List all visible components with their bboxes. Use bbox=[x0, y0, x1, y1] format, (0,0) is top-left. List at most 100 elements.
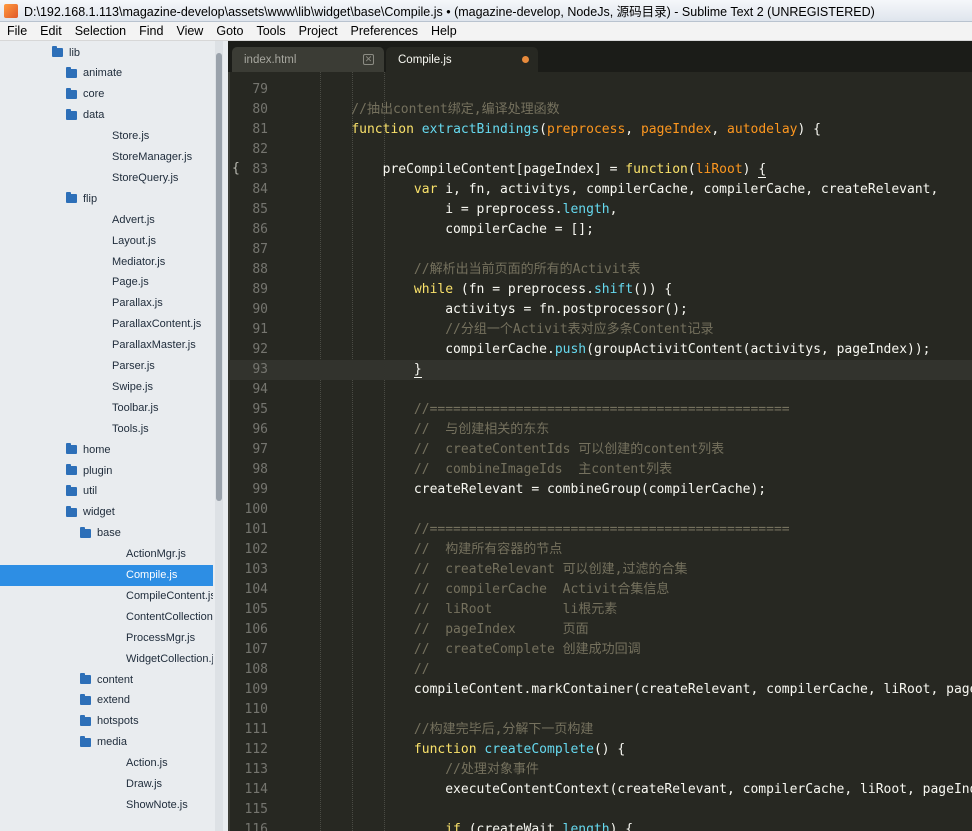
sidebar-folder-media[interactable]: media bbox=[0, 732, 213, 753]
sidebar-file-storemanager-js[interactable]: StoreManager.js bbox=[0, 147, 213, 168]
menu-edit[interactable]: Edit bbox=[33, 24, 68, 38]
sidebar-folder-data[interactable]: data bbox=[0, 105, 213, 126]
sidebar-file-advert-js[interactable]: Advert.js bbox=[0, 209, 213, 230]
sidebar-folder-plugin[interactable]: plugin bbox=[0, 460, 213, 481]
code-line[interactable]: 82 bbox=[228, 140, 972, 160]
tab-compile-js[interactable]: Compile.js bbox=[386, 47, 538, 72]
code-line[interactable]: 109 compileContent.markContainer(createR… bbox=[228, 680, 972, 700]
sidebar-file-storequery-js[interactable]: StoreQuery.js bbox=[0, 167, 213, 188]
code-token: (groupActivitContent(activitys, pageInde… bbox=[586, 342, 931, 357]
menu-preferences[interactable]: Preferences bbox=[344, 24, 424, 38]
code-line[interactable]: 89 while (fn = preprocess.shift()) { bbox=[228, 280, 972, 300]
code-line[interactable]: 113 //处理对象事件 bbox=[228, 760, 972, 780]
code-line[interactable]: 116 if (createWait.length) { bbox=[228, 820, 972, 831]
code-editor[interactable]: 79 80 //抽出content绑定,编译处理函数 81 function ext… bbox=[228, 72, 972, 831]
code-line[interactable]: 112 function createComplete() { bbox=[228, 740, 972, 760]
code-line[interactable]: 79 bbox=[228, 80, 972, 100]
sidebar-folder-flip[interactable]: flip bbox=[0, 188, 213, 209]
menu-help[interactable]: Help bbox=[424, 24, 463, 38]
sidebar-scrollbar[interactable] bbox=[215, 41, 223, 831]
sidebar-folder-extend[interactable]: extend bbox=[0, 690, 213, 711]
code-line[interactable]: 91 //分组一个Activit表对应多条Content记录 bbox=[228, 320, 972, 340]
code-line[interactable]: 103 // createRelevant 可以创建,过滤的合集 bbox=[228, 560, 972, 580]
sidebar-file-parallaxmaster-js[interactable]: ParallaxMaster.js bbox=[0, 335, 213, 356]
code-line[interactable]: 80 //抽出content绑定,编译处理函数 bbox=[228, 100, 972, 120]
close-icon[interactable]: ✕ bbox=[363, 54, 374, 65]
sidebar-folder-lib[interactable]: lib bbox=[0, 42, 213, 63]
tab-index-html[interactable]: index.html ✕ bbox=[232, 47, 384, 72]
sidebar-folder-base[interactable]: base bbox=[0, 523, 213, 544]
code-line[interactable]: 95 //===================================… bbox=[228, 400, 972, 420]
sidebar-file-widgetcollection-js[interactable]: WidgetCollection.js bbox=[0, 648, 213, 669]
sidebar-folder-core[interactable]: core bbox=[0, 84, 213, 105]
menu-tools[interactable]: Tools bbox=[249, 24, 291, 38]
sidebar-folder-hotspots[interactable]: hotspots bbox=[0, 711, 213, 732]
code-line[interactable]: 96 // 与创建相关的东东 bbox=[228, 420, 972, 440]
code-line[interactable]: 99 createRelevant = combineGroup(compile… bbox=[228, 480, 972, 500]
code-line[interactable]: 87 bbox=[228, 240, 972, 260]
code-line[interactable]: 85 i = preprocess.length, bbox=[228, 200, 972, 220]
sidebar-file-draw-js[interactable]: Draw.js bbox=[0, 774, 213, 795]
code-line[interactable]: 84 var i, fn, activitys, compilerCache, … bbox=[228, 180, 972, 200]
code-line[interactable]: 90 activitys = fn.postprocessor(); bbox=[228, 300, 972, 320]
sidebar-file-mediator-js[interactable]: Mediator.js bbox=[0, 251, 213, 272]
sidebar-file-swipe-js[interactable]: Swipe.js bbox=[0, 376, 213, 397]
sidebar-file-action-js[interactable]: Action.js bbox=[0, 753, 213, 774]
sidebar-folder-animate[interactable]: animate bbox=[0, 63, 213, 84]
code-line[interactable]: 102 // 构建所有容器的节点 bbox=[228, 540, 972, 560]
code-line[interactable]: 106 // pageIndex 页面 bbox=[228, 620, 972, 640]
line-number: 100 bbox=[244, 502, 268, 517]
sidebar-file-processmgr-js[interactable]: ProcessMgr.js bbox=[0, 627, 213, 648]
code-line[interactable]: 101 //==================================… bbox=[228, 520, 972, 540]
sidebar-file-layout-js[interactable]: Layout.js bbox=[0, 230, 213, 251]
code-line[interactable]: 105 // liRoot li根元素 bbox=[228, 600, 972, 620]
code-line[interactable]: 107 // createComplete 创建成功回调 bbox=[228, 640, 972, 660]
menu-project[interactable]: Project bbox=[292, 24, 344, 38]
menu-selection[interactable]: Selection bbox=[68, 24, 132, 38]
code-line[interactable]: 94 bbox=[228, 380, 972, 400]
code-line[interactable]: 108 // bbox=[228, 660, 972, 680]
sidebar-file-parallax-js[interactable]: Parallax.js bbox=[0, 293, 213, 314]
code-token: createComplete bbox=[484, 742, 594, 757]
unsaved-dot-icon[interactable] bbox=[522, 56, 529, 63]
sidebar-file-actionmgr-js[interactable]: ActionMgr.js bbox=[0, 544, 213, 565]
sidebar-folder-content[interactable]: content bbox=[0, 669, 213, 690]
sidebar-folder-widget[interactable]: widget bbox=[0, 502, 213, 523]
menu-file[interactable]: File bbox=[0, 24, 33, 38]
sidebar-file-toolbar-js[interactable]: Toolbar.js bbox=[0, 397, 213, 418]
sidebar-file-parser-js[interactable]: Parser.js bbox=[0, 356, 213, 377]
code-line[interactable]: 115 bbox=[228, 800, 972, 820]
menu-goto[interactable]: Goto bbox=[209, 24, 249, 38]
code-line[interactable]: 111 //构建完毕后,分解下一页构建 bbox=[228, 720, 972, 740]
code-line[interactable]: 83 preCompileContent[pageIndex] = functi… bbox=[228, 160, 972, 180]
fold-marker-icon[interactable]: { bbox=[232, 161, 240, 176]
code-line[interactable]: 81 function extractBindings(preprocess, … bbox=[228, 120, 972, 140]
sidebar-file-page-js[interactable]: Page.js bbox=[0, 272, 213, 293]
code-line[interactable]: 97 // createContentIds 可以创建的content列表 bbox=[228, 440, 972, 460]
code-line[interactable]: 104 // compilerCache Activit合集信息 bbox=[228, 580, 972, 600]
code-line[interactable]: 88 //解析出当前页面的所有的Activit表 bbox=[228, 260, 972, 280]
sidebar-file-compile-js[interactable]: Compile.js bbox=[0, 564, 213, 586]
sidebar-file-compilecontent-js[interactable]: CompileContent.js bbox=[0, 585, 213, 606]
code-line[interactable]: 86 compilerCache = []; bbox=[228, 220, 972, 240]
code-line[interactable]: 110 bbox=[228, 700, 972, 720]
sidebar-scrollbar-thumb[interactable] bbox=[216, 53, 222, 501]
sidebar-file-parallaxcontent-js[interactable]: ParallaxContent.js bbox=[0, 314, 213, 335]
menu-find[interactable]: Find bbox=[132, 24, 169, 38]
sidebar-folder-util[interactable]: util bbox=[0, 481, 213, 502]
code-line[interactable]: 100 bbox=[228, 500, 972, 520]
sidebar-file-contentcollection-j[interactable]: ContentCollection.j bbox=[0, 606, 213, 627]
sidebar-file-shownote-js[interactable]: ShowNote.js bbox=[0, 794, 213, 815]
code-token: pageIndex bbox=[640, 122, 712, 137]
sidebar-item-label: CompileContent.js bbox=[126, 589, 213, 602]
code-text: // createContentIds 可以创建的content列表 bbox=[320, 440, 724, 460]
sidebar-file-tools-js[interactable]: Tools.js bbox=[0, 418, 213, 439]
menu-view[interactable]: View bbox=[169, 24, 209, 38]
line-number: 95 bbox=[252, 402, 268, 417]
sidebar-file-store-js[interactable]: Store.js bbox=[0, 126, 213, 147]
sidebar-folder-home[interactable]: home bbox=[0, 439, 213, 460]
code-line[interactable]: 114 executeContentContext(createRelevant… bbox=[228, 780, 972, 800]
code-line[interactable]: 93 } bbox=[228, 360, 972, 380]
code-line[interactable]: 98 // combineImageIds 主content列表 bbox=[228, 460, 972, 480]
code-line[interactable]: 92 compilerCache.push(groupActivitConten… bbox=[228, 340, 972, 360]
